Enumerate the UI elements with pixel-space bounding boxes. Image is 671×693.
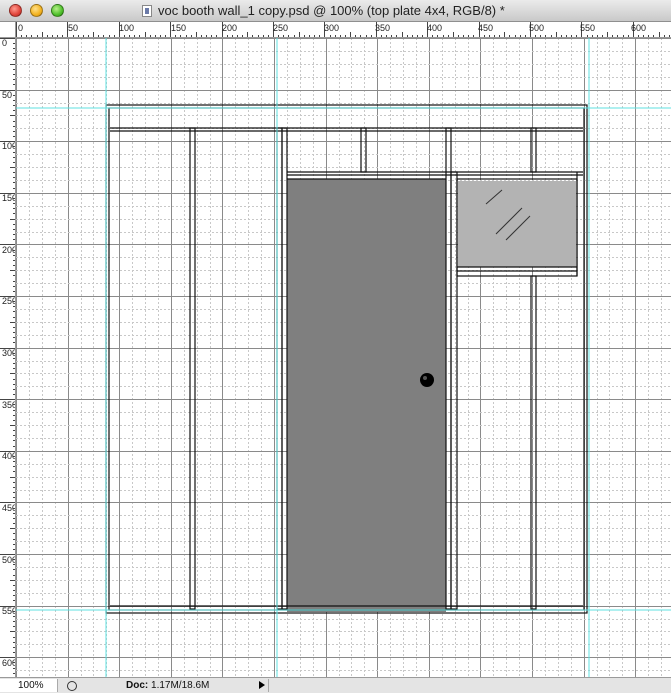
status-bar: 100% Doc: 1.17M/18.6M <box>0 677 671 693</box>
status-info-icon[interactable] <box>64 679 78 692</box>
h-ruler-label: 450 <box>478 23 493 33</box>
vertical-ruler-scale: 0 50 100 150 200 250 300 350 400 450 500… <box>0 38 16 674</box>
v-ruler-label: 200 <box>2 245 16 255</box>
v-ruler-label: 250 <box>2 296 16 306</box>
h-ruler-label: 300 <box>324 23 339 33</box>
h-ruler-label: 400 <box>427 23 442 33</box>
wall-drawing <box>16 38 671 677</box>
zoom-level-field[interactable]: 100% <box>0 679 58 692</box>
h-ruler-label: 200 <box>222 23 237 33</box>
window-title: voc booth wall_1 copy.psd @ 100% (top pl… <box>158 3 505 18</box>
horizontal-scroll-area[interactable] <box>268 679 671 692</box>
vertical-ruler[interactable]: 0 50 100 150 200 250 300 350 400 450 500… <box>0 38 16 677</box>
v-ruler-label: 500 <box>2 555 16 565</box>
window-titlebar: voc booth wall_1 copy.psd @ 100% (top pl… <box>0 0 671 22</box>
v-ruler-label: 600 <box>2 658 16 668</box>
h-ruler-label: 150 <box>171 23 186 33</box>
close-icon[interactable] <box>9 4 22 17</box>
v-ruler-label: 400 <box>2 451 16 461</box>
door-knob-highlight <box>423 376 427 380</box>
horizontal-ruler-scale: 0 50 100 150 200 250 300 350 400 450 500… <box>16 22 670 37</box>
window-glass <box>458 181 576 267</box>
document-canvas[interactable] <box>16 38 671 677</box>
minimize-icon[interactable] <box>30 4 43 17</box>
v-ruler-label: 450 <box>2 503 16 513</box>
door-panel <box>287 179 446 612</box>
h-ruler-label: 550 <box>580 23 595 33</box>
v-ruler-label: 50 <box>2 90 12 100</box>
h-ruler-label: 350 <box>375 23 390 33</box>
h-ruler-label: 50 <box>68 23 78 33</box>
h-ruler-label: 250 <box>273 23 288 33</box>
v-ruler-label: 100 <box>2 141 16 151</box>
zoom-icon[interactable] <box>51 4 64 17</box>
v-ruler-label: 0 <box>2 38 7 48</box>
horizontal-ruler[interactable]: 0 50 100 150 200 250 300 350 400 450 500… <box>16 22 671 38</box>
triangle-right-icon[interactable] <box>256 679 266 692</box>
ruler-origin-corner[interactable] <box>0 22 16 38</box>
v-ruler-label: 300 <box>2 348 16 358</box>
v-ruler-label: 350 <box>2 400 16 410</box>
h-ruler-label: 100 <box>119 23 134 33</box>
doc-size: 1.17M/18.6M <box>151 680 210 691</box>
h-ruler-label: 500 <box>529 23 544 33</box>
document-size-info: Doc: 1.17M/18.6M <box>126 679 209 692</box>
h-ruler-label: 600 <box>631 23 646 33</box>
v-ruler-label: 150 <box>2 193 16 203</box>
psd-document-icon[interactable] <box>142 5 152 17</box>
h-ruler-label: 0 <box>18 23 23 33</box>
door-knob <box>420 373 434 387</box>
doc-label: Doc: <box>126 680 149 691</box>
v-ruler-label: 550 <box>2 606 16 616</box>
